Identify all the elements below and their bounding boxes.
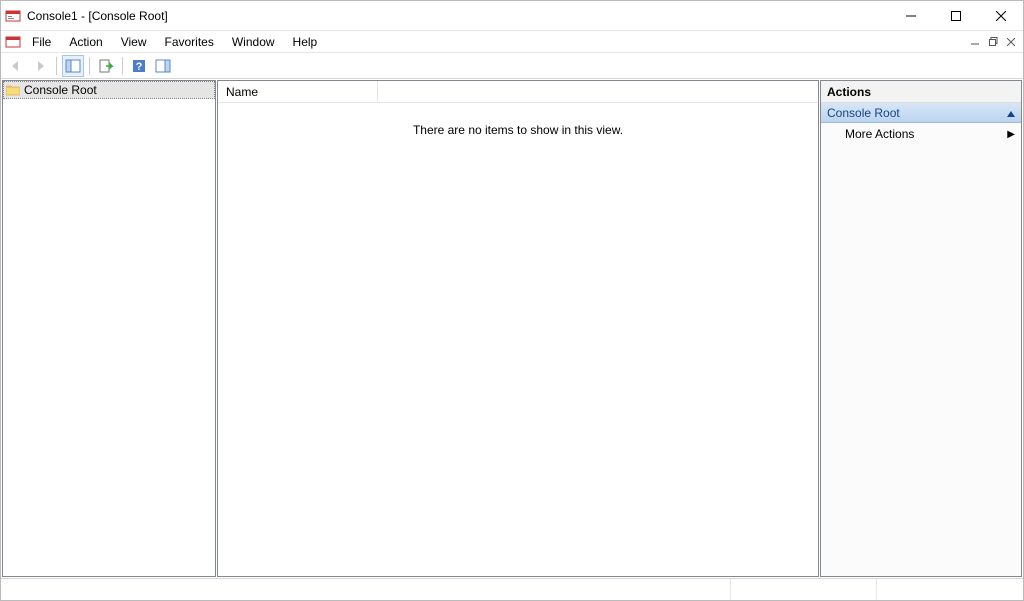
show-hide-action-pane-button[interactable] bbox=[152, 55, 174, 77]
actions-section-header[interactable]: Console Root bbox=[821, 103, 1021, 123]
export-list-button[interactable] bbox=[95, 55, 117, 77]
list-column-name[interactable]: Name bbox=[218, 81, 378, 102]
folder-icon bbox=[6, 84, 20, 96]
close-button[interactable] bbox=[978, 1, 1023, 30]
empty-list-message: There are no items to show in this view. bbox=[218, 123, 818, 137]
toolbar-separator bbox=[122, 57, 123, 75]
back-button[interactable] bbox=[5, 55, 27, 77]
status-cell bbox=[876, 579, 1023, 600]
collapse-icon bbox=[1007, 106, 1015, 120]
menu-action[interactable]: Action bbox=[60, 31, 111, 52]
actions-link-label: More Actions bbox=[845, 127, 914, 141]
menu-favorites[interactable]: Favorites bbox=[156, 31, 223, 52]
mdi-restore-button[interactable] bbox=[985, 34, 1001, 50]
actions-pane-title: Actions bbox=[821, 81, 1021, 103]
status-cell bbox=[730, 579, 877, 600]
app-icon bbox=[5, 8, 21, 24]
tree-item-console-root[interactable]: Console Root bbox=[3, 81, 215, 99]
window-title: Console1 - [Console Root] bbox=[27, 9, 888, 23]
menu-file[interactable]: File bbox=[23, 31, 60, 52]
list-header: Name bbox=[218, 81, 818, 103]
menu-bar: File Action View Favorites Window Help bbox=[23, 31, 967, 52]
workspace: Console Root Name There are no items to … bbox=[1, 79, 1023, 578]
mdi-app-icon[interactable] bbox=[3, 31, 23, 52]
list-pane[interactable]: Name There are no items to show in this … bbox=[217, 80, 819, 577]
toolbar-separator bbox=[89, 57, 90, 75]
menu-window[interactable]: Window bbox=[223, 31, 284, 52]
submenu-arrow-icon: ▶ bbox=[1007, 129, 1015, 140]
maximize-button[interactable] bbox=[933, 1, 978, 30]
status-bar bbox=[1, 578, 1023, 600]
menu-help[interactable]: Help bbox=[284, 31, 327, 52]
mdi-close-button[interactable] bbox=[1003, 34, 1019, 50]
actions-pane: Actions Console Root More Actions ▶ bbox=[820, 80, 1022, 577]
help-button[interactable]: ? bbox=[128, 55, 150, 77]
tree-pane[interactable]: Console Root bbox=[2, 80, 216, 577]
actions-more-actions[interactable]: More Actions ▶ bbox=[821, 123, 1021, 145]
mdi-controls bbox=[967, 31, 1023, 52]
window-controls bbox=[888, 1, 1023, 30]
status-cell bbox=[1, 579, 730, 600]
title-bar: Console1 - [Console Root] bbox=[1, 1, 1023, 31]
toolbar: ? bbox=[1, 53, 1023, 79]
menu-row: File Action View Favorites Window Help bbox=[1, 31, 1023, 53]
toolbar-separator bbox=[56, 57, 57, 75]
show-hide-tree-button[interactable] bbox=[62, 55, 84, 77]
tree-item-label: Console Root bbox=[24, 83, 97, 97]
forward-button[interactable] bbox=[29, 55, 51, 77]
minimize-button[interactable] bbox=[888, 1, 933, 30]
mdi-minimize-button[interactable] bbox=[967, 34, 983, 50]
menu-view[interactable]: View bbox=[112, 31, 156, 52]
svg-text:?: ? bbox=[136, 61, 143, 73]
actions-section-label: Console Root bbox=[827, 106, 900, 120]
